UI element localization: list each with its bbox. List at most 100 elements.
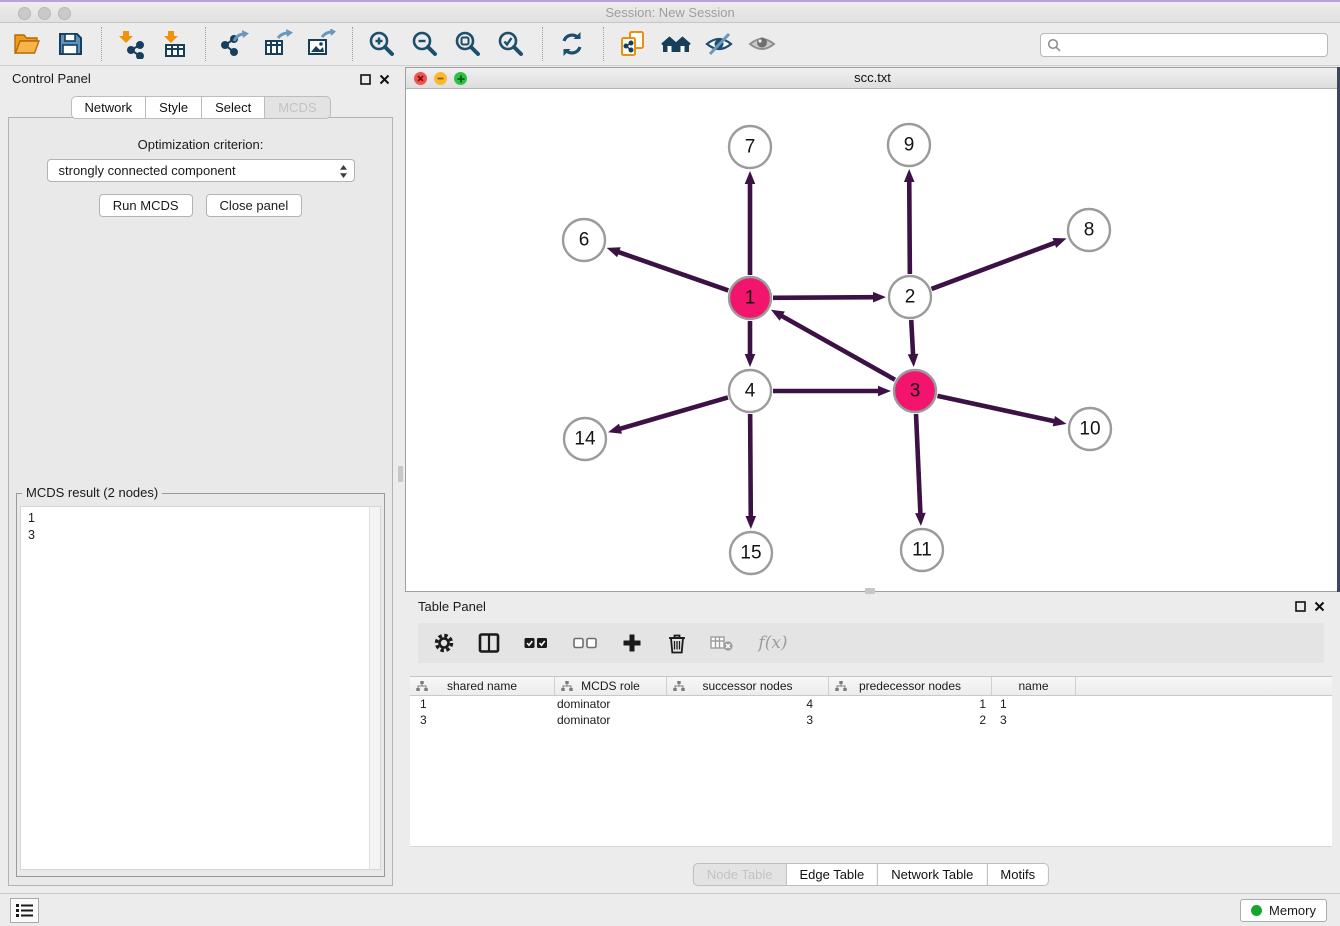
graph-edge-3-11[interactable]	[916, 414, 920, 516]
graph-node-9[interactable]: 9	[888, 124, 930, 166]
table-cell[interactable]: dominator	[555, 712, 667, 728]
graph-arrowhead	[745, 171, 756, 184]
float-panel-icon[interactable]	[1295, 601, 1306, 612]
graph-arrowhead	[607, 247, 621, 257]
close-panel-icon[interactable]	[1314, 601, 1325, 612]
network-canvas[interactable]: 7 9 6 8 1 2 4 3 14 10 15 11	[406, 89, 1339, 591]
deselect-all-button[interactable]	[571, 631, 599, 655]
column-header-successor-nodes[interactable]: successor nodes	[667, 677, 829, 695]
float-panel-icon[interactable]	[360, 74, 371, 85]
hide-panels-button[interactable]	[702, 27, 736, 61]
function-builder-button[interactable]: f(x)	[755, 631, 791, 655]
zoom-fit-button[interactable]	[451, 27, 485, 61]
table-cell[interactable]: 2	[829, 712, 992, 728]
control-tab-mcds[interactable]: MCDS	[264, 96, 330, 119]
refresh-button[interactable]	[555, 27, 589, 61]
graph-edge-2-8[interactable]	[932, 242, 1058, 289]
graph-arrowhead	[904, 169, 915, 182]
graph-node-6[interactable]: 6	[563, 219, 605, 261]
table-cell[interactable]: 4	[667, 696, 829, 712]
memory-button[interactable]: Memory	[1240, 899, 1327, 922]
import-network-button[interactable]	[114, 27, 148, 61]
table-cell[interactable]: dominator	[555, 696, 667, 712]
control-tab-network[interactable]: Network	[70, 96, 146, 119]
export-network-icon	[220, 29, 250, 59]
table-tab-motifs[interactable]: Motifs	[986, 863, 1049, 886]
column-header-shared-name[interactable]: shared name	[410, 677, 555, 695]
horizontal-splitter-handle[interactable]	[865, 588, 875, 594]
unchecked-boxes-icon	[573, 637, 597, 649]
zoom-in-button[interactable]	[365, 27, 399, 61]
table-cell[interactable]: 1	[410, 696, 555, 712]
delete-column-button[interactable]	[665, 631, 689, 655]
table-cell[interactable]: 3	[992, 712, 1076, 728]
result-scrollbar[interactable]	[369, 507, 380, 869]
graph-node-2[interactable]: 2	[889, 276, 931, 318]
graph-edge-4-15[interactable]	[750, 414, 751, 519]
zoom-out-button[interactable]	[408, 27, 442, 61]
table-panel-tabs: Node TableEdge TableNetwork TableMotifs	[693, 863, 1049, 886]
close-panel-button[interactable]: Close panel	[206, 194, 303, 217]
graph-edge-2-9[interactable]	[909, 179, 910, 274]
search-input[interactable]	[1040, 33, 1328, 57]
table-cell[interactable]: 3	[667, 712, 829, 728]
criterion-value: strongly connected component	[59, 163, 236, 178]
show-panels-button[interactable]	[745, 27, 779, 61]
table-cell[interactable]: 1	[992, 696, 1076, 712]
open-session-button[interactable]	[10, 27, 44, 61]
graph-node-3[interactable]: 3	[894, 370, 936, 412]
vertical-splitter-handle[interactable]	[398, 466, 403, 482]
table-cell[interactable]: 3	[410, 712, 555, 728]
graph-edge-4-14[interactable]	[618, 397, 728, 429]
control-panel: Control Panel NetworkStyleSelectMCDS Opt…	[4, 70, 397, 886]
select-all-button[interactable]	[522, 631, 550, 655]
graph-node-11[interactable]: 11	[901, 529, 943, 571]
zoom-selected-icon	[496, 29, 526, 59]
table-cell[interactable]: 1	[829, 696, 992, 712]
table-tab-edge-table[interactable]: Edge Table	[785, 863, 878, 886]
control-tab-style[interactable]: Style	[145, 96, 202, 119]
column-header-name[interactable]: name	[992, 677, 1076, 695]
column-header-MCDS-role[interactable]: MCDS role	[555, 677, 667, 695]
graph-node-4[interactable]: 4	[729, 370, 771, 412]
table-tab-network-table[interactable]: Network Table	[877, 863, 987, 886]
export-table-button[interactable]	[261, 27, 295, 61]
graph-edge-3-10[interactable]	[937, 396, 1056, 422]
table-row[interactable]: 1dominator411	[410, 696, 1332, 712]
network-minimize-button[interactable]	[434, 72, 447, 85]
split-columns-button[interactable]	[477, 631, 501, 655]
zoom-selected-button[interactable]	[494, 27, 528, 61]
delete-table-button[interactable]	[710, 631, 734, 655]
graph-node-1[interactable]: 1	[729, 277, 771, 319]
network-maximize-button[interactable]	[454, 72, 467, 85]
graph-node-15[interactable]: 15	[730, 532, 772, 574]
graph-edge-1-6[interactable]	[616, 251, 728, 290]
export-network-button[interactable]	[218, 27, 252, 61]
import-table-icon	[159, 29, 189, 59]
graph-node-10[interactable]: 10	[1069, 408, 1111, 450]
run-mcds-button[interactable]: Run MCDS	[99, 194, 193, 217]
control-tab-select[interactable]: Select	[201, 96, 265, 119]
import-table-button[interactable]	[157, 27, 191, 61]
export-image-button[interactable]	[304, 27, 338, 61]
clone-network-button[interactable]	[616, 27, 650, 61]
table-row[interactable]: 3dominator323	[410, 712, 1332, 728]
close-panel-icon[interactable]	[379, 74, 390, 85]
network-close-button[interactable]	[414, 72, 427, 85]
table-tab-node-table[interactable]: Node Table	[693, 863, 787, 886]
add-column-button[interactable]	[620, 631, 644, 655]
graph-edge-3-1[interactable]	[780, 315, 895, 380]
graph-edge-2-3[interactable]	[911, 320, 913, 357]
column-header-predecessor-nodes[interactable]: predecessor nodes	[829, 677, 992, 695]
graph-node-8[interactable]: 8	[1068, 209, 1110, 251]
table-settings-button[interactable]	[432, 631, 456, 655]
node-label: 14	[574, 429, 596, 450]
graph-edge-1-2[interactable]	[773, 297, 876, 298]
task-history-button[interactable]	[10, 898, 39, 923]
clone-network-icon	[618, 29, 648, 59]
criterion-dropdown[interactable]: strongly connected component	[47, 159, 355, 182]
home-button[interactable]	[659, 27, 693, 61]
save-session-button[interactable]	[53, 27, 87, 61]
graph-node-14[interactable]: 14	[564, 418, 606, 460]
graph-node-7[interactable]: 7	[729, 126, 771, 168]
